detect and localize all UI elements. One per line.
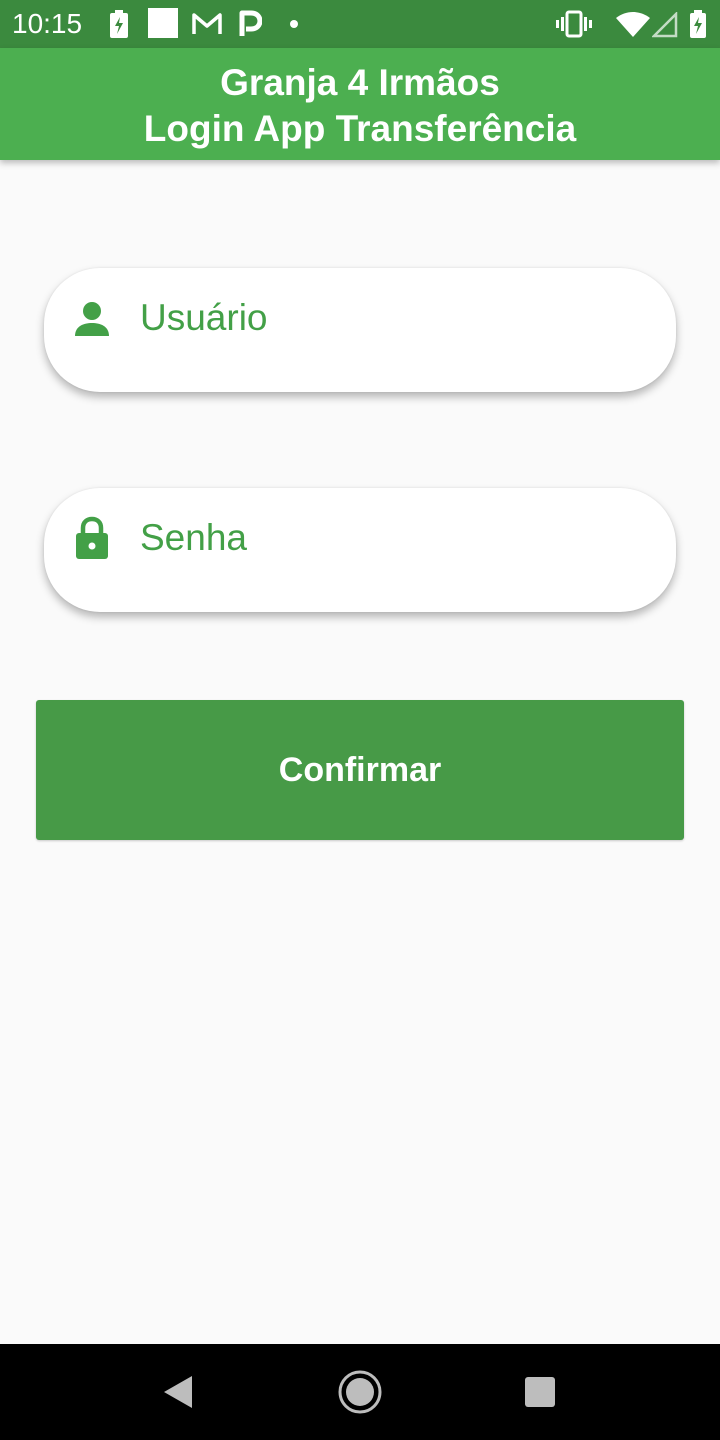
person-icon bbox=[75, 302, 109, 336]
password-field[interactable] bbox=[44, 488, 676, 612]
no-signal-icon bbox=[652, 12, 678, 38]
status-time: 10:15 bbox=[12, 8, 83, 39]
username-input[interactable] bbox=[140, 292, 640, 344]
password-input[interactable] bbox=[140, 512, 640, 564]
dot-icon bbox=[290, 20, 298, 28]
lock-icon bbox=[76, 516, 108, 559]
wifi-icon bbox=[616, 12, 650, 37]
app-bar: Granja 4 Irmãos Login App Transferência bbox=[0, 48, 720, 160]
login-screen: 10:15 Granja 4 Irmãos Login App Transfer… bbox=[0, 0, 720, 1440]
parking-icon bbox=[239, 10, 262, 36]
battery-saver-icon bbox=[110, 10, 128, 38]
navigation-bar bbox=[0, 1344, 720, 1440]
gmail-icon bbox=[192, 13, 222, 34]
status-bar: 10:15 bbox=[0, 0, 720, 48]
square-notification-icon bbox=[148, 8, 178, 38]
home-icon[interactable] bbox=[336, 1368, 384, 1416]
vibrate-icon bbox=[556, 10, 592, 38]
app-title-line-1: Granja 4 Irmãos bbox=[220, 62, 500, 103]
recents-icon[interactable] bbox=[516, 1368, 564, 1416]
battery-charging-icon bbox=[690, 10, 706, 38]
username-field[interactable] bbox=[44, 268, 676, 392]
app-title-line-2: Login App Transferência bbox=[143, 108, 577, 149]
confirm-button[interactable]: Confirmar bbox=[36, 700, 684, 840]
back-icon[interactable] bbox=[156, 1368, 204, 1416]
